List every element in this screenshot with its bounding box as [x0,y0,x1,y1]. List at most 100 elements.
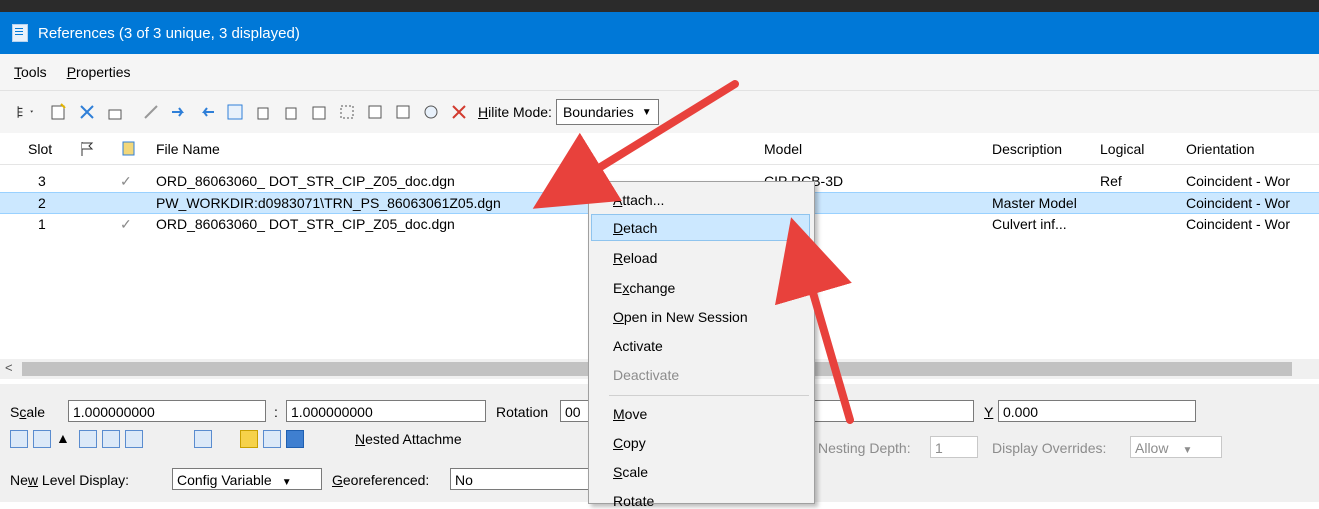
nested-icon[interactable] [332,430,350,448]
copy-reference-icon[interactable] [196,101,218,123]
y-field[interactable]: 0.000 [998,400,1196,422]
col-slot[interactable]: Slot [28,141,52,157]
scale-field[interactable]: 1.000000000 [68,400,266,422]
flag-icon[interactable] [80,141,94,160]
snap-toggle-icon[interactable] [33,430,51,448]
clip-back-icon[interactable] [420,101,442,123]
scale-label: Scale [10,404,46,420]
context-menu: Attach... Detach Reload Exchange Open in… [588,181,815,509]
exchange-reference-icon[interactable] [140,101,162,123]
menu-rotate[interactable]: Rotate [613,493,654,509]
chevron-down-icon: ▼ [281,477,292,488]
row-orientation: Coincident - Wor [1186,195,1291,211]
nesting-depth-field[interactable]: 1 [930,436,978,458]
y-label: Y [984,404,994,420]
col-orientation[interactable]: Orientation [1186,141,1254,157]
lightbulb-icon[interactable] [240,430,258,448]
menu-activate[interactable]: Activate [613,338,663,354]
nested-attachments-label: Nested Attachme [355,431,462,447]
rotate-reference-icon[interactable] [252,101,274,123]
menu-bar: Tools Properties [0,54,1319,90]
menu-attach[interactable]: Attach... [613,192,664,208]
window-title: References (3 of 3 unique, 3 displayed) [38,24,300,42]
x-field[interactable] [814,400,974,422]
row-description: Master Model [992,195,1077,211]
text-annotation-icon[interactable] [286,430,304,448]
mirror-horizontal-icon[interactable] [280,101,302,123]
scroll-left-icon[interactable]: < [5,360,13,375]
new-level-select[interactable]: Config Variable ▼ [172,468,322,490]
clip-front-icon[interactable] [392,101,414,123]
col-logical[interactable]: Logical [1100,141,1144,157]
rotation-label: Rotation [496,404,549,420]
menu-detach[interactable]: Detach [613,220,657,236]
check-icon: ✓ [120,173,132,189]
grid-icon[interactable] [194,430,212,448]
georeferenced-label: Georeferenced: [332,472,430,488]
row-slot: 2 [38,195,46,211]
display-icon[interactable] [122,141,136,160]
menu-move[interactable]: Move [613,406,647,422]
treat-as-element-icon[interactable] [148,430,166,448]
locate-toggle-icon[interactable]: ▲ [56,430,74,448]
row-description: Culvert inf... [992,216,1067,232]
scale-line-styles-icon[interactable] [102,430,120,448]
row-logical: Ref [1100,173,1122,189]
scale-field-2[interactable]: 1.000000000 [286,400,486,422]
col-model[interactable]: Model [764,141,802,157]
hilite-mode-label: Hilite Mode: [478,104,552,120]
menu-copy[interactable]: Copy [613,435,646,451]
attach-reference-icon[interactable] [48,101,70,123]
true-scale-icon[interactable] [79,430,97,448]
reload-reference-icon[interactable] [104,101,126,123]
toolbar: Hilite Mode: Boundaries ▼ [0,90,1319,133]
comment-icon[interactable] [309,430,327,448]
rotation-field[interactable]: 00 [560,400,590,422]
document-icon [12,24,28,42]
attachment-options-icons: ▲ Nested Attachme [10,430,462,448]
ignore-attachment-icon[interactable] [125,430,143,448]
row-slot: 3 [38,173,46,189]
menu-reload[interactable]: Reload [613,250,657,266]
table-header: Slot File Name Model Description Logical… [0,134,1319,165]
row-file: PW_WORKDIR:d0983071\TRN_PS_86063061Z05.d… [156,195,501,211]
hilite-mode-select[interactable]: Boundaries ▼ [555,99,659,125]
row-orientation: Coincident - Wor [1186,173,1291,189]
georeferenced-select[interactable]: No [450,468,590,490]
menu-open-new-session[interactable]: Open in New Session [613,309,748,325]
chevron-down-icon: ▼ [641,106,652,118]
display-overrides-label: Display Overrides: [992,440,1107,456]
nesting-depth-label: Nesting Depth: [818,440,911,456]
menu-exchange[interactable]: Exchange [613,280,675,296]
menu-properties[interactable]: Properties [67,64,131,80]
level-display-icon[interactable] [263,430,281,448]
col-file-name[interactable]: File Name [156,141,220,157]
scale-reference-icon[interactable] [224,101,246,123]
background-strip [0,0,1319,12]
menu-separator [609,395,809,396]
row-file: ORD_86063060_ DOT_STR_CIP_Z05_doc.dgn [156,173,455,189]
delete-clip-icon[interactable] [448,101,470,123]
menu-deactivate: Deactivate [613,367,680,383]
display-toggle-icon[interactable] [10,430,28,448]
scale-colon: : [274,404,278,420]
menu-scale[interactable]: Scale [613,464,648,480]
row-slot: 1 [38,216,46,232]
detach-reference-icon[interactable] [76,101,98,123]
check-icon: ✓ [120,216,132,232]
menu-tools[interactable]: Tools [14,64,47,80]
move-reference-icon[interactable] [168,101,190,123]
col-description[interactable]: Description [992,141,1062,157]
window-titlebar[interactable]: References (3 of 3 unique, 3 displayed) [0,12,1319,54]
clip-boundary-icon[interactable] [336,101,358,123]
display-raster-icon[interactable] [171,430,189,448]
display-overrides-select[interactable]: Allow ▼ [1130,436,1222,458]
mirror-vertical-icon[interactable] [308,101,330,123]
chevron-down-icon: ▼ [1182,445,1193,456]
clip-mask-icon[interactable] [364,101,386,123]
row-file: ORD_86063060_ DOT_STR_CIP_Z05_doc.dgn [156,216,455,232]
hilite-icon[interactable] [217,430,235,448]
row-orientation: Coincident - Wor [1186,216,1291,232]
new-level-label: New Level Display: [10,472,130,488]
tree-view-icon[interactable] [10,101,42,123]
